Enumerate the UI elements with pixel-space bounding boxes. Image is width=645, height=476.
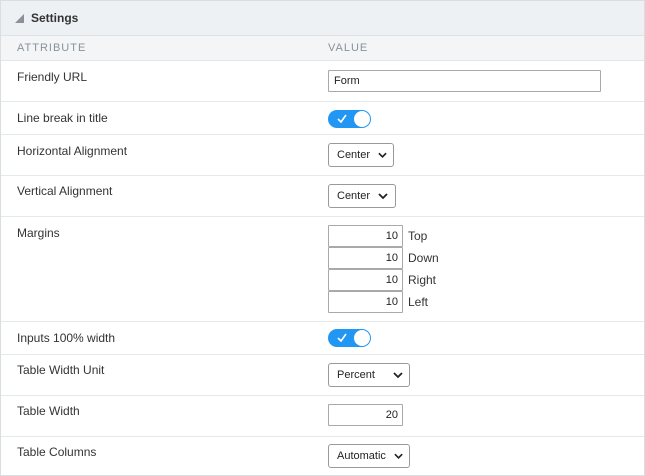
- chevron-down-icon: [378, 152, 387, 158]
- table-width-input[interactable]: [328, 404, 403, 426]
- row-margins: Margins Top Down Right Left: [1, 217, 644, 322]
- vertical-alignment-label: Vertical Alignment: [17, 184, 113, 198]
- toggle-knob: [354, 330, 370, 346]
- horizontal-alignment-label: Horizontal Alignment: [17, 144, 128, 158]
- table-width-unit-select[interactable]: Percent: [328, 363, 410, 387]
- margin-right-input[interactable]: [328, 269, 403, 291]
- margin-right-line: Right: [328, 269, 439, 291]
- table-columns-value: Automatic: [337, 450, 386, 462]
- margin-right-label: Right: [408, 273, 437, 287]
- horizontal-alignment-value: Center: [337, 149, 371, 161]
- row-horizontal-alignment: Horizontal Alignment Center: [1, 135, 644, 176]
- table-columns-label: Table Columns: [17, 445, 97, 459]
- vertical-alignment-value: Center: [337, 190, 371, 202]
- margin-top-input[interactable]: [328, 225, 403, 247]
- row-vertical-alignment: Vertical Alignment Center: [1, 176, 644, 217]
- settings-panel: Settings ATTRIBUTE VALUE Friendly URL Li…: [0, 0, 645, 476]
- row-table-columns: Table Columns Automatic: [1, 437, 644, 476]
- row-table-width: Table Width: [1, 396, 644, 437]
- margin-down-input[interactable]: [328, 247, 403, 269]
- collapse-triangle-icon[interactable]: [15, 13, 24, 23]
- toggle-knob: [354, 111, 370, 127]
- row-line-break: Line break in title: [1, 102, 644, 135]
- friendly-url-input[interactable]: [328, 70, 601, 92]
- inputs-full-width-toggle[interactable]: [328, 329, 371, 347]
- table-columns-select[interactable]: Automatic: [328, 444, 410, 468]
- margins-label: Margins: [17, 226, 60, 240]
- table-width-unit-value: Percent: [337, 369, 375, 381]
- horizontal-alignment-select[interactable]: Center: [328, 143, 394, 167]
- table-width-unit-label: Table Width Unit: [17, 363, 105, 377]
- margin-down-label: Down: [408, 251, 439, 265]
- panel-header[interactable]: Settings: [1, 1, 644, 36]
- attribute-column-header: ATTRIBUTE: [17, 42, 87, 54]
- margin-down-line: Down: [328, 247, 439, 269]
- chevron-down-icon: [394, 453, 403, 459]
- row-inputs-full-width: Inputs 100% width: [1, 322, 644, 355]
- margin-left-line: Left: [328, 291, 439, 313]
- check-icon: [337, 114, 347, 124]
- chevron-down-icon: [378, 192, 388, 199]
- row-table-width-unit: Table Width Unit Percent: [1, 355, 644, 396]
- margin-top-label: Top: [408, 229, 428, 243]
- check-icon: [337, 333, 347, 343]
- line-break-label: Line break in title: [17, 111, 108, 125]
- table-width-label: Table Width: [17, 404, 80, 418]
- margin-top-line: Top: [328, 225, 439, 247]
- chevron-down-icon: [393, 371, 403, 378]
- inputs-full-width-label: Inputs 100% width: [17, 331, 116, 345]
- row-friendly-url: Friendly URL: [1, 61, 644, 102]
- margin-left-input[interactable]: [328, 291, 403, 313]
- column-headers: ATTRIBUTE VALUE: [1, 36, 644, 61]
- vertical-alignment-select[interactable]: Center: [328, 184, 396, 208]
- value-column-header: VALUE: [328, 42, 369, 54]
- margin-left-label: Left: [408, 295, 429, 309]
- friendly-url-label: Friendly URL: [17, 70, 88, 84]
- panel-title: Settings: [31, 11, 79, 25]
- line-break-toggle[interactable]: [328, 110, 371, 128]
